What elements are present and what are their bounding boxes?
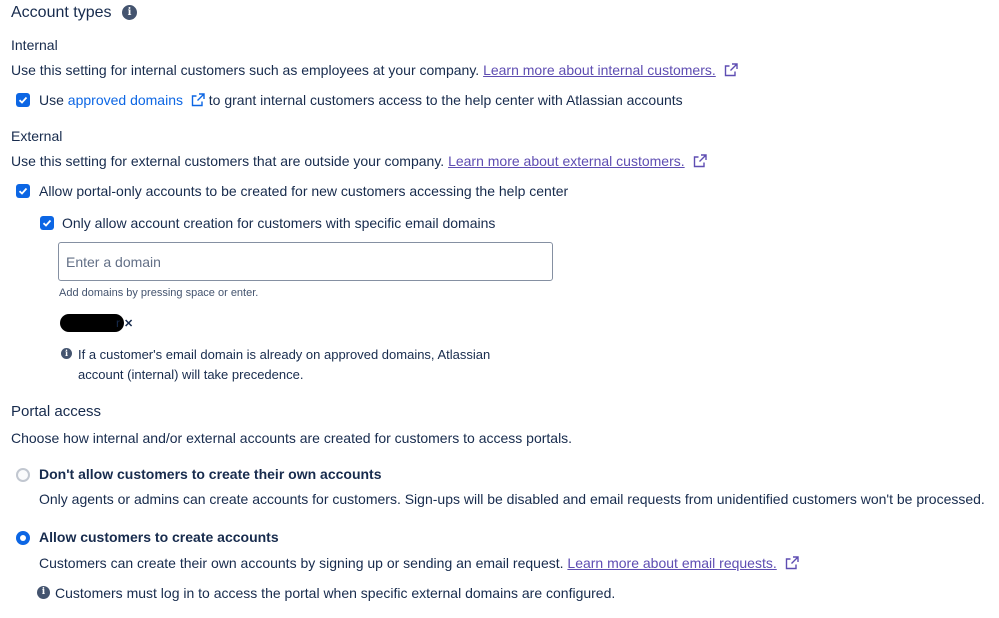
- internal-heading: Internal: [11, 37, 58, 53]
- precedence-note-line2: account (internal) will take precedence.: [78, 367, 304, 382]
- info-icon[interactable]: i: [122, 5, 137, 20]
- external-link-icon[interactable]: [191, 93, 205, 107]
- precedence-note-line1: If a customer's email domain is already …: [78, 347, 491, 362]
- dont-allow-label[interactable]: Don't allow customers to create their ow…: [39, 466, 382, 482]
- learn-more-external-link[interactable]: Learn more about external customers.: [448, 153, 685, 169]
- check-icon: [18, 187, 28, 195]
- approved-domains-checkbox[interactable]: [16, 93, 30, 107]
- approved-domains-link[interactable]: approved domains: [68, 92, 183, 108]
- external-description-row: Use this setting for external customers …: [11, 153, 707, 169]
- external-description: Use this setting for external customers …: [11, 153, 445, 169]
- portal-only-label[interactable]: Allow portal-only accounts to be created…: [39, 183, 568, 199]
- external-link-icon[interactable]: [724, 63, 738, 77]
- internal-description: Use this setting for internal customers …: [11, 62, 480, 78]
- radio-dont-allow[interactable]: [16, 468, 30, 482]
- domain-tag: r ✕: [60, 314, 133, 332]
- external-link-icon[interactable]: [785, 556, 799, 570]
- approved-domains-suffix: to grant internal customers access to th…: [208, 92, 683, 108]
- allow-description: Customers can create their own accounts …: [39, 555, 564, 571]
- account-types-title-text: Account types: [11, 4, 112, 21]
- portal-access-description: Choose how internal and/or external acco…: [11, 430, 573, 446]
- check-icon: [18, 96, 28, 104]
- portal-login-note: Customers must log in to access the port…: [55, 585, 616, 601]
- internal-description-row: Use this setting for internal customers …: [11, 62, 738, 78]
- domain-input[interactable]: [58, 242, 553, 281]
- external-link-icon[interactable]: [693, 154, 707, 168]
- approved-domains-row: Use approved domains to grant internal c…: [39, 92, 683, 108]
- account-types-title: Account types: [11, 4, 112, 22]
- redacted-domain: [60, 314, 124, 332]
- domain-helper-text: Add domains by pressing space or enter.: [59, 287, 259, 299]
- allow-description-row: Customers can create their own accounts …: [39, 555, 799, 571]
- portal-only-checkbox[interactable]: [16, 184, 30, 198]
- radio-allow[interactable]: [16, 531, 30, 545]
- learn-more-internal-link[interactable]: Learn more about internal customers.: [483, 62, 716, 78]
- approved-domains-prefix: Use: [39, 92, 64, 108]
- specific-domains-label[interactable]: Only allow account creation for customer…: [62, 215, 495, 231]
- external-heading: External: [11, 128, 63, 144]
- learn-more-email-link[interactable]: Learn more about email requests.: [567, 555, 776, 571]
- info-icon: i: [61, 348, 72, 359]
- portal-access-title: Portal access: [11, 403, 102, 420]
- allow-label[interactable]: Allow customers to create accounts: [39, 529, 279, 545]
- close-icon[interactable]: ✕: [124, 317, 133, 330]
- info-icon: i: [37, 586, 50, 599]
- dont-allow-description: Only agents or admins can create account…: [39, 491, 985, 507]
- specific-domains-checkbox[interactable]: [40, 216, 54, 230]
- domain-tag-label: r: [116, 316, 120, 330]
- check-icon: [42, 219, 52, 227]
